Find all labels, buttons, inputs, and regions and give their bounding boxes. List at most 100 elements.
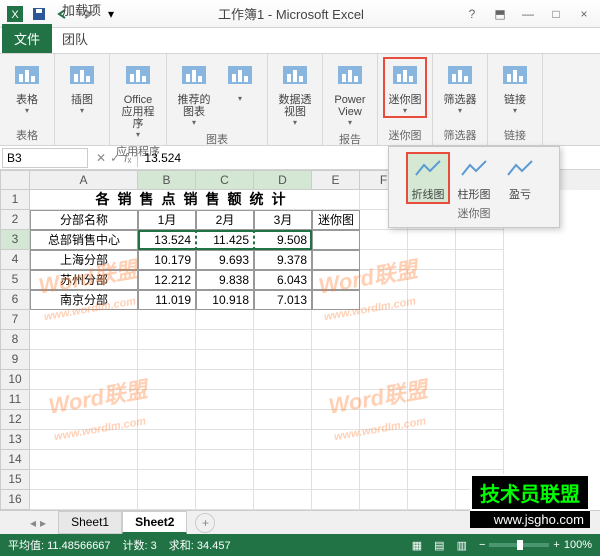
new-sheet-button[interactable]: + bbox=[195, 513, 215, 533]
hyperlink-button[interactable]: 链接▾ bbox=[494, 58, 536, 117]
cell-D9[interactable] bbox=[254, 350, 312, 370]
fx-icon[interactable]: fₓ bbox=[124, 151, 131, 165]
cancel-formula-icon[interactable]: ✕ bbox=[96, 151, 106, 165]
tab-加载项[interactable]: 加载项 bbox=[52, 0, 124, 24]
row-header-3[interactable]: 3 bbox=[0, 230, 30, 250]
cell-A4[interactable]: 上海分部 bbox=[30, 250, 138, 270]
row-header-7[interactable]: 7 bbox=[0, 310, 30, 330]
cell-C10[interactable] bbox=[196, 370, 254, 390]
cell-H8[interactable] bbox=[456, 330, 504, 350]
row-header-14[interactable]: 14 bbox=[0, 450, 30, 470]
cell-B7[interactable] bbox=[138, 310, 196, 330]
cell-G5[interactable] bbox=[408, 270, 456, 290]
table-button[interactable]: 表格▾ bbox=[6, 58, 48, 117]
cell-E6[interactable] bbox=[312, 290, 360, 310]
recommended-charts-button[interactable]: 推荐的 图表▾ bbox=[173, 58, 215, 129]
cell-F6[interactable] bbox=[360, 290, 408, 310]
cell-H12[interactable] bbox=[456, 410, 504, 430]
cell-H9[interactable] bbox=[456, 350, 504, 370]
cell-D10[interactable] bbox=[254, 370, 312, 390]
view-normal-icon[interactable]: ▦ bbox=[412, 539, 422, 552]
cell-C4[interactable]: 9.693 bbox=[196, 250, 254, 270]
help-icon[interactable]: ? bbox=[460, 4, 484, 24]
cell-G12[interactable] bbox=[408, 410, 456, 430]
view-layout-icon[interactable]: ▤ bbox=[434, 539, 444, 552]
cell-A14[interactable] bbox=[30, 450, 138, 470]
cell-E5[interactable] bbox=[312, 270, 360, 290]
sparklines-button[interactable]: 迷你图▾ bbox=[384, 58, 426, 117]
row-header-11[interactable]: 11 bbox=[0, 390, 30, 410]
row-header-16[interactable]: 16 bbox=[0, 490, 30, 510]
cell-B11[interactable] bbox=[138, 390, 196, 410]
cell-C5[interactable]: 9.838 bbox=[196, 270, 254, 290]
cell-B9[interactable] bbox=[138, 350, 196, 370]
cell-C14[interactable] bbox=[196, 450, 254, 470]
cell-F16[interactable] bbox=[360, 490, 408, 510]
cell-B4[interactable]: 10.179 bbox=[138, 250, 196, 270]
cells-grid[interactable]: 各销售点销售额统计分部名称1月2月3月迷你图总部销售中心13.52411.425… bbox=[30, 190, 600, 510]
cell-G15[interactable] bbox=[408, 470, 456, 490]
cell-C15[interactable] bbox=[196, 470, 254, 490]
cell-A3[interactable]: 总部销售中心 bbox=[30, 230, 138, 250]
cell-A5[interactable]: 苏州分部 bbox=[30, 270, 138, 290]
cell-B3[interactable]: 13.524 bbox=[138, 230, 196, 250]
cell-F5[interactable] bbox=[360, 270, 408, 290]
excel-icon[interactable]: X bbox=[4, 3, 26, 25]
cell-F3[interactable] bbox=[360, 230, 408, 250]
cell-B14[interactable] bbox=[138, 450, 196, 470]
cell-A11[interactable] bbox=[30, 390, 138, 410]
cell-F14[interactable] bbox=[360, 450, 408, 470]
cell-A13[interactable] bbox=[30, 430, 138, 450]
cell-B13[interactable] bbox=[138, 430, 196, 450]
cell-D12[interactable] bbox=[254, 410, 312, 430]
cell-C3[interactable]: 11.425 bbox=[196, 230, 254, 250]
enter-formula-icon[interactable]: ✓ bbox=[110, 151, 120, 165]
row-header-1[interactable]: 1 bbox=[0, 190, 30, 210]
cell-E12[interactable] bbox=[312, 410, 360, 430]
cell-A16[interactable] bbox=[30, 490, 138, 510]
row-header-9[interactable]: 9 bbox=[0, 350, 30, 370]
cell-F8[interactable] bbox=[360, 330, 408, 350]
cell-C11[interactable] bbox=[196, 390, 254, 410]
row-header-2[interactable]: 2 bbox=[0, 210, 30, 230]
cell-G4[interactable] bbox=[408, 250, 456, 270]
cell-D16[interactable] bbox=[254, 490, 312, 510]
cell-D6[interactable]: 7.013 bbox=[254, 290, 312, 310]
slicer-button[interactable]: 筛选器▾ bbox=[439, 58, 481, 117]
cell-C2[interactable]: 2月 bbox=[196, 210, 254, 230]
cell-F7[interactable] bbox=[360, 310, 408, 330]
row-header-8[interactable]: 8 bbox=[0, 330, 30, 350]
col-header-C[interactable]: C bbox=[196, 170, 254, 190]
cell-H11[interactable] bbox=[456, 390, 504, 410]
cell-G9[interactable] bbox=[408, 350, 456, 370]
zoom-slider[interactable]: − + 100% bbox=[479, 539, 592, 551]
cell-G16[interactable] bbox=[408, 490, 456, 510]
cell-A9[interactable] bbox=[30, 350, 138, 370]
cell-G6[interactable] bbox=[408, 290, 456, 310]
cell-E11[interactable] bbox=[312, 390, 360, 410]
row-header-4[interactable]: 4 bbox=[0, 250, 30, 270]
row-header-12[interactable]: 12 bbox=[0, 410, 30, 430]
col-header-E[interactable]: E bbox=[312, 170, 360, 190]
row-header-6[interactable]: 6 bbox=[0, 290, 30, 310]
cell-B5[interactable]: 12.212 bbox=[138, 270, 196, 290]
cell-A15[interactable] bbox=[30, 470, 138, 490]
cell-A6[interactable]: 南京分部 bbox=[30, 290, 138, 310]
sheet-tab-Sheet2[interactable]: Sheet2 bbox=[122, 511, 187, 534]
cell-C8[interactable] bbox=[196, 330, 254, 350]
row-header-15[interactable]: 15 bbox=[0, 470, 30, 490]
cell-A8[interactable] bbox=[30, 330, 138, 350]
cell-D5[interactable]: 6.043 bbox=[254, 270, 312, 290]
close-icon[interactable]: × bbox=[572, 4, 596, 24]
cell-F4[interactable] bbox=[360, 250, 408, 270]
cell-F10[interactable] bbox=[360, 370, 408, 390]
row-header-13[interactable]: 13 bbox=[0, 430, 30, 450]
cell-C12[interactable] bbox=[196, 410, 254, 430]
cell-G8[interactable] bbox=[408, 330, 456, 350]
cell-B8[interactable] bbox=[138, 330, 196, 350]
col-header-B[interactable]: B bbox=[138, 170, 196, 190]
cell-E7[interactable] bbox=[312, 310, 360, 330]
view-break-icon[interactable]: ▥ bbox=[457, 539, 467, 552]
cell-H5[interactable] bbox=[456, 270, 504, 290]
col-header-A[interactable]: A bbox=[30, 170, 138, 190]
